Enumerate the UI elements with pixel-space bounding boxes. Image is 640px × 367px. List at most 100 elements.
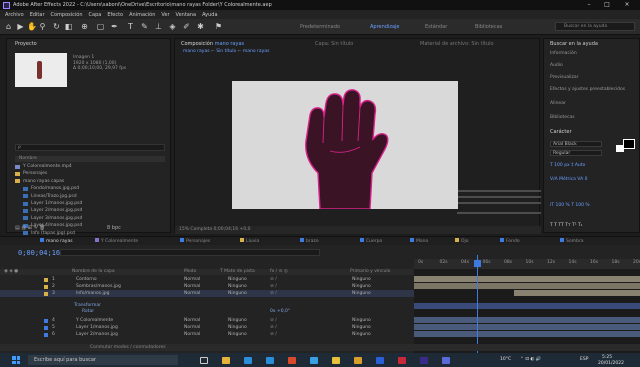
menu-efecto[interactable]: Efecto bbox=[104, 12, 126, 18]
clock-date[interactable]: 20/01/2022 bbox=[598, 361, 624, 366]
fill-color-swatch[interactable] bbox=[623, 139, 635, 149]
maximize-button[interactable]: □ bbox=[600, 1, 614, 9]
character-panel-title[interactable]: Carácter bbox=[550, 129, 572, 135]
edge-icon[interactable] bbox=[244, 357, 252, 364]
project-item[interactable]: Fondo/manos.jpg.psd bbox=[15, 185, 165, 192]
font-size-row[interactable]: T 100 px ‡ Auto bbox=[550, 163, 585, 168]
layer-row[interactable]: 5 Layer 1/manos.jpg Normal Ninguno Ninguno ⊘ … bbox=[0, 324, 414, 331]
layer-parent[interactable]: Ninguno bbox=[352, 276, 371, 283]
layer-duration-bar[interactable] bbox=[414, 303, 640, 309]
zoom-tool-icon[interactable]: ⚲ bbox=[38, 22, 47, 31]
puppet-tool-icon[interactable]: ✱ bbox=[196, 22, 205, 31]
layer-duration-bar[interactable] bbox=[414, 331, 640, 337]
project-tab[interactable]: Proyecto bbox=[15, 41, 37, 47]
layer-parent[interactable]: Ninguno bbox=[352, 283, 371, 290]
timeline-tab[interactable]: Fondo bbox=[500, 238, 520, 244]
project-item[interactable]: mano rayas capas bbox=[15, 178, 165, 185]
layer-parent[interactable]: Ninguno bbox=[352, 290, 371, 297]
language-indicator[interactable]: ESP bbox=[580, 357, 588, 362]
project-item[interactable]: Layer 1/manos.jpg.psd bbox=[15, 200, 165, 207]
breadcrumb-item[interactable]: mano rayas bbox=[183, 49, 210, 54]
help-search-input[interactable]: Buscar en la ayuda bbox=[555, 22, 635, 31]
timeline-tab[interactable]: Ojo bbox=[455, 238, 469, 244]
panel-efectos[interactable]: Efectos y ajustes preestablecidos bbox=[550, 87, 625, 92]
layer-duration-bar[interactable] bbox=[414, 276, 640, 282]
rotate-tool-icon[interactable]: ↻ bbox=[52, 22, 61, 31]
column-mode[interactable]: Modo bbox=[184, 269, 196, 275]
menu-capa[interactable]: Capa bbox=[86, 12, 105, 18]
breadcrumb-item[interactable]: Sin título bbox=[216, 49, 236, 54]
snap-toggle-icon[interactable]: ⚑ bbox=[214, 22, 223, 31]
workspace-estandar[interactable]: Estándar bbox=[425, 24, 447, 30]
illustrator-icon[interactable] bbox=[354, 357, 362, 364]
premiere-icon[interactable] bbox=[442, 357, 450, 364]
project-item[interactable]: Y Colorealmente.mp4 bbox=[15, 163, 165, 170]
kerning-row[interactable]: V/A Métrica VA 0 bbox=[550, 177, 587, 182]
workspace-bibliotecas[interactable]: Bibliotecas bbox=[475, 24, 502, 30]
home-icon[interactable]: ⌂ bbox=[4, 22, 13, 31]
close-button[interactable]: × bbox=[620, 1, 634, 9]
panel-audio[interactable]: Audio bbox=[550, 63, 563, 68]
layer-duration-bar[interactable] bbox=[514, 290, 640, 296]
after-effects-taskbar-icon[interactable] bbox=[420, 357, 428, 364]
text-tool-icon[interactable]: T bbox=[126, 22, 135, 31]
menu-ayuda[interactable]: Ayuda bbox=[199, 12, 220, 18]
layer-mode[interactable]: Normal bbox=[184, 317, 200, 324]
timeline-tab[interactable]: brazo bbox=[300, 238, 319, 244]
font-style-select[interactable]: Regular bbox=[550, 150, 602, 156]
breadcrumb-item[interactable]: mano rayas bbox=[243, 49, 270, 54]
rotation-value[interactable]: 0x +0,0° bbox=[270, 309, 290, 315]
pen-tool-icon[interactable]: ✒ bbox=[110, 22, 119, 31]
project-item[interactable]: Líneas/Trazo.jpg.psd bbox=[15, 193, 165, 200]
project-item[interactable]: Personajes bbox=[15, 170, 165, 177]
shape-tool-icon[interactable]: ▢ bbox=[96, 22, 105, 31]
timeline-tab[interactable]: Y Colorealmente bbox=[95, 238, 138, 244]
timeline-tab[interactable]: Cuerpo bbox=[360, 238, 382, 244]
office-icon[interactable] bbox=[288, 357, 296, 364]
roto-tool-icon[interactable]: ✐ bbox=[182, 22, 191, 31]
layer-mode[interactable]: Normal bbox=[184, 283, 200, 290]
column-parent[interactable]: Primario y vínculo bbox=[350, 269, 390, 275]
eraser-tool-icon[interactable]: ◈ bbox=[168, 22, 177, 31]
playhead-line[interactable] bbox=[477, 255, 478, 353]
task-view-icon[interactable] bbox=[200, 357, 208, 364]
composition-canvas[interactable] bbox=[232, 81, 458, 210]
menu-ver[interactable]: Ver bbox=[158, 12, 172, 18]
layer-switches-icon[interactable]: ⊘ / bbox=[270, 324, 277, 331]
brush-tool-icon[interactable]: ✎ bbox=[140, 22, 149, 31]
font-family-select[interactable]: Arial Black bbox=[550, 141, 602, 147]
layer-switches-icon[interactable]: ⊘ / bbox=[270, 317, 277, 324]
workspace-aprendizaje[interactable]: Aprendizaje bbox=[370, 24, 400, 30]
pan-behind-tool-icon[interactable]: ⊕ bbox=[80, 22, 89, 31]
footage-tab[interactable]: Material de archivo: Sin título bbox=[420, 41, 494, 47]
panel-previsualizar[interactable]: Previsualizar bbox=[550, 75, 579, 80]
camera-tool-icon[interactable]: ◧ bbox=[64, 22, 73, 31]
column-track-matte[interactable]: T Mate de pista bbox=[220, 269, 255, 275]
timeline-search-input[interactable] bbox=[60, 249, 320, 256]
layer-row[interactable]: 3 Info/manos.jpg Normal Ninguno Ninguno ⊘ / bbox=[0, 290, 414, 297]
layer-parent[interactable]: Ninguno bbox=[352, 317, 371, 324]
layer-track-matte[interactable]: Ninguno bbox=[228, 276, 247, 283]
workspace-predeterminado[interactable]: Predeterminado bbox=[300, 24, 340, 30]
menu-editar[interactable]: Editar bbox=[27, 12, 48, 18]
layer-mode[interactable]: Normal bbox=[184, 331, 200, 338]
column-switches[interactable]: fx / ⊙ ◎ bbox=[270, 269, 288, 275]
layer-track-matte[interactable]: Ninguno bbox=[228, 324, 247, 331]
menu-composicion[interactable]: Composición bbox=[48, 12, 86, 18]
layer-row[interactable]: 1 Contorno Normal Ninguno Ninguno ⊘ / bbox=[0, 276, 414, 283]
new-folder-icon[interactable]: ▤ ▥ ⊞ ✎ 🗑 bbox=[15, 225, 46, 231]
windows-start-icon[interactable] bbox=[12, 356, 20, 364]
layer-track-matte[interactable]: Ninguno bbox=[228, 317, 247, 324]
file-explorer-icon[interactable] bbox=[222, 357, 230, 364]
layer-tab[interactable]: Capa: Sin título bbox=[315, 41, 353, 47]
layer-track-matte[interactable]: Ninguno bbox=[228, 331, 247, 338]
panel-bibliotecas[interactable]: Bibliotecas bbox=[550, 115, 575, 120]
layer-row[interactable]: 4 Y Colorealmente Normal Ninguno Ninguno ⊘ / bbox=[0, 317, 414, 324]
column-layer-name[interactable]: Nombre de la capa bbox=[72, 269, 115, 275]
mail-icon[interactable] bbox=[310, 357, 318, 364]
timeline-tab[interactable]: Lluvia bbox=[240, 238, 259, 244]
panel-alinear[interactable]: Alinear bbox=[550, 101, 566, 106]
timeline-tab[interactable]: Personajes bbox=[180, 238, 210, 244]
layer-switches-icon[interactable]: ⊘ / bbox=[270, 283, 277, 290]
layer-duration-bar[interactable] bbox=[414, 324, 640, 330]
